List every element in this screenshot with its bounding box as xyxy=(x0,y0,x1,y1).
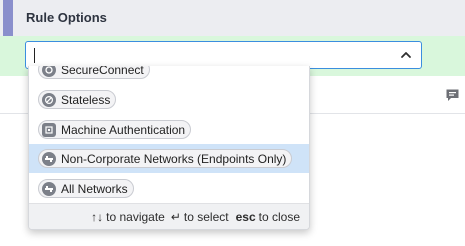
machine-auth-icon xyxy=(42,122,56,137)
chevron-up-icon[interactable] xyxy=(399,48,413,62)
stateless-icon xyxy=(42,92,56,107)
option-stateless[interactable]: Stateless xyxy=(29,85,309,114)
option-secureconnect[interactable]: SecureConnect xyxy=(29,66,309,84)
option-pill: Machine Authentication xyxy=(38,120,192,139)
option-pill: SecureConnect xyxy=(38,66,150,79)
option-label: Machine Authentication xyxy=(61,122,186,137)
close-hint: to close xyxy=(258,209,300,224)
option-pill: Non-Corporate Networks (Endpoints Only) xyxy=(38,149,293,168)
text-caret xyxy=(34,48,35,63)
option-pill: All Networks xyxy=(38,179,134,198)
option-pill: Stateless xyxy=(38,90,117,109)
rule-options-select[interactable] xyxy=(25,41,422,69)
options-dropdown-menu: SecureConnect Stateless Machine Authenti… xyxy=(28,66,310,230)
option-label: Non-Corporate Networks (Endpoints Only) xyxy=(61,151,287,166)
option-label: Stateless xyxy=(61,92,111,107)
network-icon xyxy=(42,181,56,196)
option-machine-authentication[interactable]: Machine Authentication xyxy=(29,115,309,144)
option-label: All Networks xyxy=(61,181,128,196)
esc-key: esc xyxy=(235,209,256,224)
secureconnect-icon xyxy=(42,66,56,77)
navigate-keys: ↑↓ xyxy=(91,209,104,224)
keyboard-hints-footer: ↑↓ to navigate ↵ to select esc to close xyxy=(29,203,309,229)
select-hint: to select xyxy=(183,209,229,224)
page: Rule Options SecureConnect Stateless Mac… xyxy=(0,0,465,246)
option-non-corporate-networks[interactable]: Non-Corporate Networks (Endpoints Only) xyxy=(29,144,309,173)
rule-options-header: Rule Options xyxy=(0,0,465,37)
section-title: Rule Options xyxy=(26,10,107,25)
option-all-networks[interactable]: All Networks xyxy=(29,174,309,203)
comment-icon[interactable] xyxy=(445,88,460,103)
header-accent-bar xyxy=(3,0,13,36)
network-icon xyxy=(42,151,56,166)
navigate-hint: to navigate xyxy=(106,209,165,224)
enter-key-icon: ↵ xyxy=(170,209,181,224)
option-label: SecureConnect xyxy=(61,66,144,77)
